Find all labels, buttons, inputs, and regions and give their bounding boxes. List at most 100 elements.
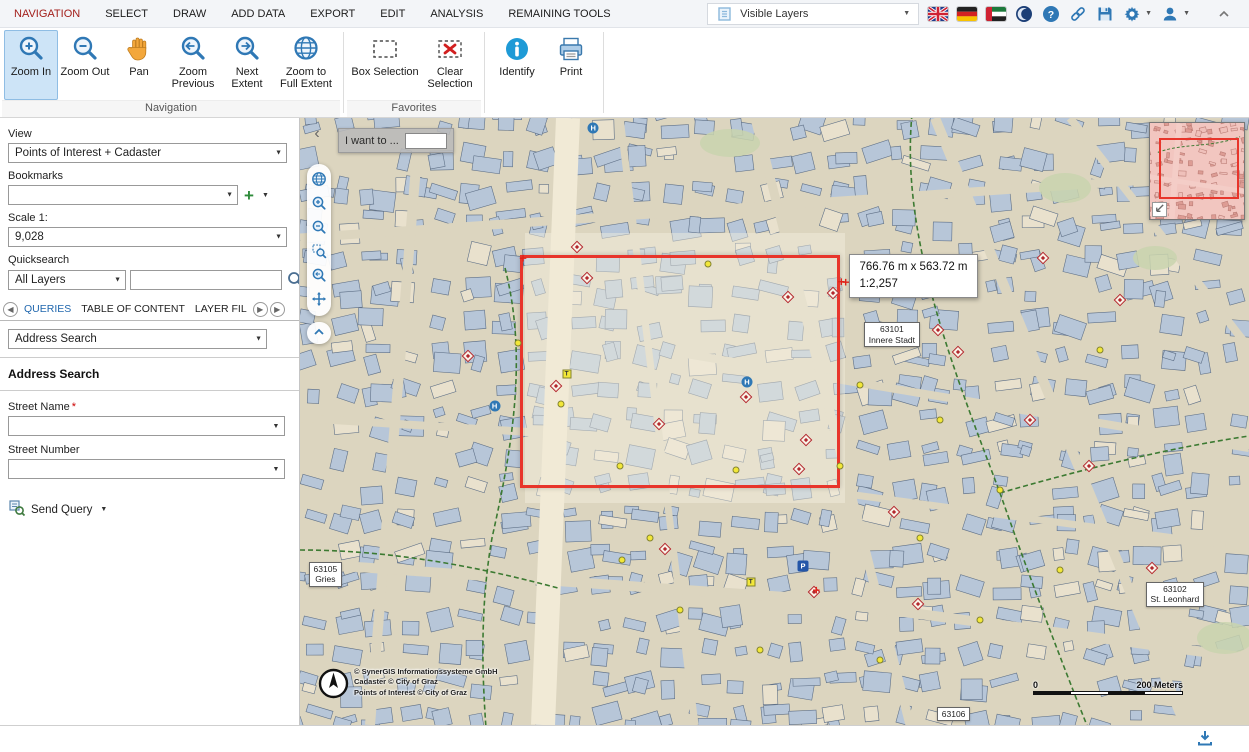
map-zoom-previous-button[interactable]	[309, 266, 329, 286]
next-extent-label: Next Extent	[231, 66, 263, 91]
tab-scroll-left-button[interactable]: ◀	[3, 301, 18, 317]
tab-table-of-content[interactable]: TABLE OF CONTENT	[77, 300, 189, 318]
map-globe-button[interactable]	[309, 170, 329, 190]
english-flag-button[interactable]	[928, 6, 949, 21]
ribbon-group-favorites: Box Selection Clear Selection Favorites	[347, 28, 481, 117]
user-caret-icon[interactable]: ▼	[1183, 10, 1190, 17]
required-mark: *	[71, 401, 77, 413]
clear-selection-button[interactable]: Clear Selection	[421, 30, 479, 100]
box-selection-label: Box Selection	[351, 66, 419, 78]
divider	[0, 357, 299, 358]
globe-icon	[311, 171, 327, 190]
help-icon[interactable]: ?	[1042, 5, 1060, 23]
menu-item-add-data[interactable]: ADD DATA	[231, 8, 285, 20]
scale-select[interactable]: 9,028 ▼	[8, 227, 287, 247]
hand-icon	[124, 34, 154, 64]
overview-map[interactable]	[1149, 122, 1245, 220]
i-want-to-input[interactable]	[404, 132, 447, 149]
settings-caret-icon[interactable]: ▼	[1145, 10, 1152, 17]
menubar: NAVIGATION SELECT DRAW ADD DATA EXPORT E…	[0, 0, 1249, 28]
zoom-in-button[interactable]: Zoom In	[4, 30, 58, 100]
quicksearch-button[interactable]	[286, 269, 299, 291]
street-name-label: Street Name *	[8, 401, 299, 413]
download-button[interactable]	[1195, 729, 1215, 749]
street-number-input[interactable]	[9, 460, 268, 478]
corner-arrow-icon	[1154, 202, 1165, 217]
quicksearch-input[interactable]	[130, 270, 282, 290]
gis-application: NAVIGATION SELECT DRAW ADD DATA EXPORT E…	[0, 0, 1249, 752]
menu-item-export[interactable]: EXPORT	[310, 8, 355, 20]
street-name-input[interactable]	[9, 417, 268, 435]
pan-button[interactable]: Pan	[112, 30, 166, 100]
chevron-down-icon: ▼	[275, 149, 282, 157]
scalebar-zero-label: 0	[1033, 680, 1039, 690]
print-label: Print	[559, 66, 583, 78]
map-pan-button[interactable]	[309, 290, 329, 310]
overview-toggle-button[interactable]	[1152, 202, 1167, 217]
street-name-caret-button[interactable]: ▼	[268, 417, 284, 435]
info-circle-icon	[502, 34, 532, 64]
menu-item-remaining-tools[interactable]: REMAINING TOOLS	[508, 8, 610, 20]
chevron-down-icon: ▼	[903, 10, 911, 17]
scale-select-value: 9,028	[15, 231, 44, 243]
query-select[interactable]: Address Search ▼	[8, 329, 267, 349]
save-icon[interactable]	[1096, 5, 1114, 23]
arabic-flag-button[interactable]	[986, 6, 1007, 21]
chevron-down-icon: ▼	[275, 233, 282, 241]
german-flag-button[interactable]	[957, 6, 978, 21]
identify-button[interactable]: Identify	[490, 30, 544, 100]
sidebar-panel: View Points of Interest + Cadaster ▼ Boo…	[0, 118, 300, 725]
visible-layers-dropdown[interactable]: Visible Layers ▼	[707, 2, 920, 25]
street-number-caret-button[interactable]: ▼	[268, 460, 284, 478]
zoom-full-extent-button[interactable]: Zoom to Full Extent	[274, 30, 338, 100]
street-number-combobox[interactable]: ▼	[8, 459, 285, 479]
user-account-icon[interactable]	[1161, 5, 1179, 23]
svg-text:?: ?	[1048, 8, 1054, 20]
menu-item-edit[interactable]: EDIT	[380, 8, 405, 20]
chevron-down-icon: ▼	[255, 335, 262, 343]
scalebar-distance-label: 200 Meters	[1136, 680, 1183, 690]
settings-gear-icon[interactable]	[1123, 5, 1141, 23]
menu-item-draw[interactable]: DRAW	[173, 8, 206, 20]
menu-item-navigation[interactable]: NAVIGATION	[14, 8, 80, 20]
street-name-combobox[interactable]: ▼	[8, 416, 285, 436]
tab-scroll-right-button[interactable]: ▶	[252, 301, 268, 317]
ribbon-group-tools: Identify Print	[488, 28, 600, 117]
map-zoom-in-button[interactable]	[309, 194, 329, 214]
sidebar-collapse-button[interactable]: ‹	[308, 124, 326, 144]
menu-item-select[interactable]: SELECT	[105, 8, 148, 20]
bookmarks-select[interactable]: ▼	[8, 185, 238, 205]
bookmark-menu-caret-icon[interactable]: ▼	[260, 190, 271, 201]
printer-icon	[556, 34, 586, 64]
add-bookmark-button[interactable]: +	[242, 187, 256, 204]
map-zoom-box-button[interactable]	[309, 242, 329, 262]
menu-item-analysis[interactable]: ANALYSIS	[430, 8, 483, 20]
magnifier-arrow-right-icon	[232, 34, 262, 64]
tab-queries[interactable]: QUERIES	[20, 300, 75, 318]
view-label: View	[8, 128, 32, 140]
zoom-previous-button[interactable]: Zoom Previous	[166, 30, 220, 100]
map-toolbar-collapse-button[interactable]	[307, 322, 331, 344]
tab-layer-filter[interactable]: LAYER FIL	[191, 300, 251, 318]
collapse-ribbon-icon[interactable]	[1215, 5, 1233, 23]
night-mode-icon[interactable]	[1015, 5, 1033, 23]
send-query-button[interactable]: Send Query ▼	[8, 499, 107, 520]
ribbon-separator	[484, 32, 485, 113]
map-zoom-out-button[interactable]	[309, 218, 329, 238]
print-button[interactable]: Print	[544, 30, 598, 100]
quicksearch-layer-value: All Layers	[15, 274, 66, 286]
share-link-icon[interactable]	[1069, 5, 1087, 23]
chevron-up-icon	[312, 325, 326, 342]
view-select[interactable]: Points of Interest + Cadaster ▼	[8, 143, 287, 163]
map-viewport[interactable]: H H H P T T + + + 63101 Innere Stadt 63105 Gries 631…	[300, 118, 1249, 725]
i-want-to-widget[interactable]: I want to ...	[338, 128, 454, 153]
ribbon-group-label-tools	[488, 113, 600, 117]
copyright-line: © SynerGIS Informationssysteme GmbH	[354, 666, 498, 676]
next-extent-button[interactable]: Next Extent	[220, 30, 274, 100]
tab-overflow-button[interactable]: ▶	[269, 301, 285, 317]
download-tray-icon	[1196, 731, 1214, 750]
magnifier-box-icon	[311, 243, 327, 262]
box-selection-button[interactable]: Box Selection	[349, 30, 421, 100]
zoom-out-button[interactable]: Zoom Out	[58, 30, 112, 100]
quicksearch-layer-select[interactable]: All Layers ▼	[8, 270, 126, 290]
